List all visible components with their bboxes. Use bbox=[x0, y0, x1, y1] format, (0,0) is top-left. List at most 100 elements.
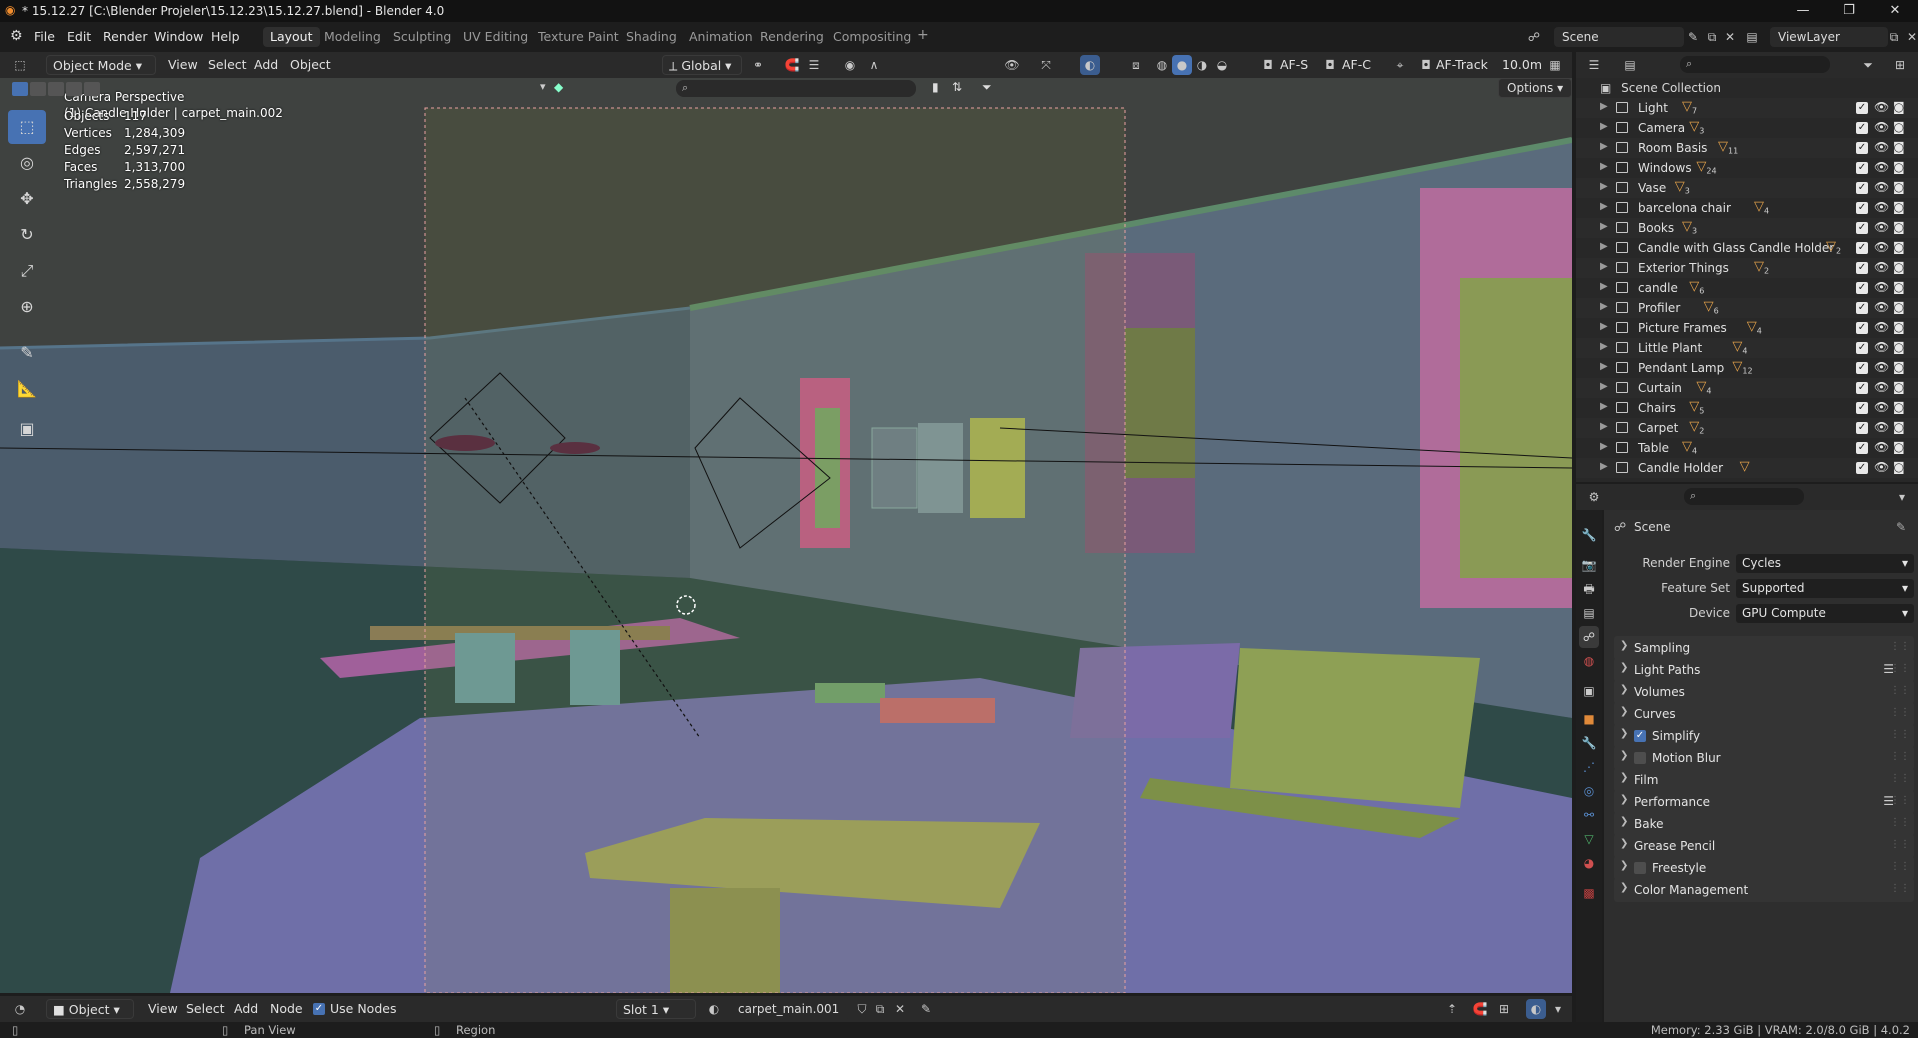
new-collection-icon[interactable]: ⊞ bbox=[1890, 55, 1910, 75]
outliner-row[interactable]: ▶ candle ▽6 ✓ 👁 ◙ bbox=[1576, 278, 1918, 298]
modifier-tab-icon[interactable]: 🔧 bbox=[1579, 732, 1599, 754]
collection-name[interactable]: Picture Frames bbox=[1638, 321, 1727, 335]
af-s-camera-icon[interactable]: ◘ bbox=[1258, 55, 1278, 75]
fake-user-icon[interactable]: ⛉ bbox=[852, 999, 872, 1019]
expand-arrow-icon[interactable]: ▶ bbox=[1600, 361, 1608, 372]
panel-motion-blur[interactable]: ❯ Motion Blur ⋮⋮ bbox=[1614, 746, 1914, 770]
visibility-icon[interactable]: 👁 bbox=[1002, 55, 1022, 75]
exclude-checkbox[interactable]: ✓ bbox=[1856, 442, 1868, 454]
panel-performance[interactable]: ❯ Performance ☰ ⋮⋮ bbox=[1614, 790, 1914, 814]
expand-arrow-icon[interactable]: ▶ bbox=[1600, 341, 1608, 352]
collection-name[interactable]: Pendant Lamp bbox=[1638, 361, 1724, 375]
eye-icon[interactable]: 👁 bbox=[1874, 200, 1889, 214]
exclude-checkbox[interactable]: ✓ bbox=[1856, 242, 1868, 254]
tab-sculpting[interactable]: Sculpting bbox=[386, 27, 458, 47]
outliner-row[interactable]: ▶ Exterior Things ▽2 ✓ 👁 ◙ bbox=[1576, 258, 1918, 278]
collection-name[interactable]: barcelona chair bbox=[1638, 201, 1731, 215]
tool-tab-icon[interactable]: 🔧 bbox=[1579, 524, 1599, 546]
collection-name[interactable]: Little Plant bbox=[1638, 341, 1702, 355]
outliner-row[interactable]: ▶ Curtain ▽4 ✓ 👁 ◙ bbox=[1576, 378, 1918, 398]
panel-checkbox[interactable]: ✓ bbox=[1634, 730, 1646, 742]
exclude-checkbox[interactable]: ✓ bbox=[1856, 302, 1868, 314]
eye-icon[interactable]: 👁 bbox=[1874, 420, 1889, 434]
outliner-row[interactable]: ▶ Candle with Glass Candle Holder ▽2 ✓ 👁 ◙ bbox=[1576, 238, 1918, 258]
render-visibility-icon[interactable]: ◙ bbox=[1893, 220, 1905, 234]
drag-handle-icon[interactable]: ⋮⋮ bbox=[1890, 663, 1910, 674]
drag-handle-icon[interactable]: ⋮⋮ bbox=[1890, 685, 1910, 696]
cursor-tool-icon[interactable]: ◎ bbox=[8, 146, 46, 180]
shader-type-dropdown[interactable]: ■ Object ▾ bbox=[46, 999, 134, 1019]
panel-freestyle[interactable]: ❯ Freestyle ⋮⋮ bbox=[1614, 856, 1914, 880]
options-dropdown[interactable]: Options ▾ bbox=[1498, 78, 1573, 98]
exclude-checkbox[interactable]: ✓ bbox=[1856, 182, 1868, 194]
collection-name[interactable]: candle bbox=[1638, 281, 1678, 295]
minimize-button[interactable]: — bbox=[1780, 0, 1826, 22]
chevron-down-icon[interactable]: ▾ bbox=[1892, 487, 1912, 507]
af-track-button[interactable]: AF-Track bbox=[1436, 57, 1488, 72]
expand-arrow-icon[interactable]: ▶ bbox=[1600, 241, 1608, 252]
panel-simplify[interactable]: ❯ ✓ Simplify ⋮⋮ bbox=[1614, 724, 1914, 748]
expand-arrow-icon[interactable]: ▶ bbox=[1600, 221, 1608, 232]
expand-arrow-icon[interactable]: ▶ bbox=[1600, 201, 1608, 212]
properties-search-input[interactable]: ⌕ bbox=[1684, 488, 1804, 505]
collection-name[interactable]: Candle Holder bbox=[1638, 461, 1723, 475]
collection-name[interactable]: Vase bbox=[1638, 181, 1666, 195]
outliner-search-input[interactable]: ⌕ bbox=[1680, 56, 1830, 73]
eye-icon[interactable]: 👁 bbox=[1874, 220, 1889, 234]
unlink-material-icon[interactable]: ✕ bbox=[890, 999, 910, 1019]
eye-icon[interactable]: 👁 bbox=[1874, 100, 1889, 114]
snap-target-icon[interactable]: ☰ bbox=[804, 55, 824, 75]
outliner-row[interactable]: ▶ Candle Holder ▽ ✓ 👁 ◙ bbox=[1576, 458, 1918, 478]
exclude-checkbox[interactable]: ✓ bbox=[1856, 322, 1868, 334]
outliner-row[interactable]: ▶ Windows ▽24 ✓ 👁 ◙ bbox=[1576, 158, 1918, 178]
exclude-checkbox[interactable]: ✓ bbox=[1856, 202, 1868, 214]
render-visibility-icon[interactable]: ◙ bbox=[1893, 240, 1905, 254]
eye-icon[interactable]: 👁 bbox=[1874, 300, 1889, 314]
drag-handle-icon[interactable]: ⋮⋮ bbox=[1890, 729, 1910, 740]
3d-viewport[interactable]: Camera Perspective (1) Candle Holder | c… bbox=[0, 78, 1572, 993]
viewlayer-new-icon[interactable]: ⧉ bbox=[1884, 27, 1904, 47]
transform-orientation-dropdown[interactable]: ⟂ Global ▾ bbox=[662, 55, 742, 75]
scene-field[interactable]: Scene bbox=[1554, 27, 1684, 47]
outliner-row[interactable]: ▶ Room Basis ▽11 ✓ 👁 ◙ bbox=[1576, 138, 1918, 158]
outliner-row[interactable]: ▶ Picture Frames ▽4 ✓ 👁 ◙ bbox=[1576, 318, 1918, 338]
overlays-icon[interactable]: ◐ bbox=[1080, 55, 1100, 75]
collection-name[interactable]: Profiler bbox=[1638, 301, 1680, 315]
collection-name[interactable]: Camera bbox=[1638, 121, 1685, 135]
drag-handle-icon[interactable]: ⋮⋮ bbox=[1890, 707, 1910, 718]
eye-icon[interactable]: 👁 bbox=[1874, 240, 1889, 254]
outliner-row[interactable]: ▶ Profiler ▽6 ✓ 👁 ◙ bbox=[1576, 298, 1918, 318]
outliner-row[interactable]: ▶ barcelona chair ▽4 ✓ 👁 ◙ bbox=[1576, 198, 1918, 218]
outliner-row[interactable]: ▶ Camera ▽3 ✓ 👁 ◙ bbox=[1576, 118, 1918, 138]
render-visibility-icon[interactable]: ◙ bbox=[1893, 440, 1905, 454]
data-tab-icon[interactable]: ▽ bbox=[1579, 828, 1599, 850]
expand-arrow-icon[interactable]: ▶ bbox=[1600, 461, 1608, 472]
eye-icon[interactable]: 👁 bbox=[1874, 360, 1889, 374]
exclude-checkbox[interactable]: ✓ bbox=[1856, 102, 1868, 114]
collection-name[interactable]: Chairs bbox=[1638, 401, 1676, 415]
world-tab-icon[interactable]: ◍ bbox=[1579, 650, 1599, 672]
move-tool-icon[interactable]: ✥ bbox=[8, 182, 46, 216]
pin-icon[interactable]: ✎ bbox=[1896, 520, 1906, 534]
outliner-row[interactable]: ▶ Carpet ▽2 ✓ 👁 ◙ bbox=[1576, 418, 1918, 438]
device-dropdown[interactable]: GPU Compute ▾ bbox=[1736, 604, 1914, 623]
panel-curves[interactable]: ❯ Curves ⋮⋮ bbox=[1614, 702, 1914, 726]
tab-modeling[interactable]: Modeling bbox=[317, 27, 388, 47]
expand-arrow-icon[interactable]: ▶ bbox=[1600, 161, 1608, 172]
select-invert-icon[interactable] bbox=[66, 82, 82, 96]
material-name-field[interactable]: carpet_main.001 bbox=[730, 999, 850, 1019]
tab-texture-paint[interactable]: Texture Paint bbox=[531, 27, 626, 47]
exclude-checkbox[interactable]: ✓ bbox=[1856, 282, 1868, 294]
expand-arrow-icon[interactable]: ▶ bbox=[1600, 181, 1608, 192]
focus-pick-icon[interactable]: ⌖ bbox=[1390, 55, 1410, 75]
collection-name[interactable]: Room Basis bbox=[1638, 141, 1707, 155]
exclude-checkbox[interactable]: ✓ bbox=[1856, 222, 1868, 234]
menu-node[interactable]: Node bbox=[270, 1001, 303, 1016]
menu-add[interactable]: Add bbox=[254, 57, 278, 72]
rendered-shading-icon[interactable]: ◒ bbox=[1212, 55, 1232, 75]
panel-color-management[interactable]: ❯ Color Management ⋮⋮ bbox=[1614, 878, 1914, 902]
add-workspace-button[interactable]: + bbox=[910, 27, 936, 47]
outliner-row[interactable]: ▶ Little Plant ▽4 ✓ 👁 ◙ bbox=[1576, 338, 1918, 358]
eye-icon[interactable]: 👁 bbox=[1874, 460, 1889, 474]
panel-light-paths[interactable]: ❯ Light Paths ☰ ⋮⋮ bbox=[1614, 658, 1914, 682]
